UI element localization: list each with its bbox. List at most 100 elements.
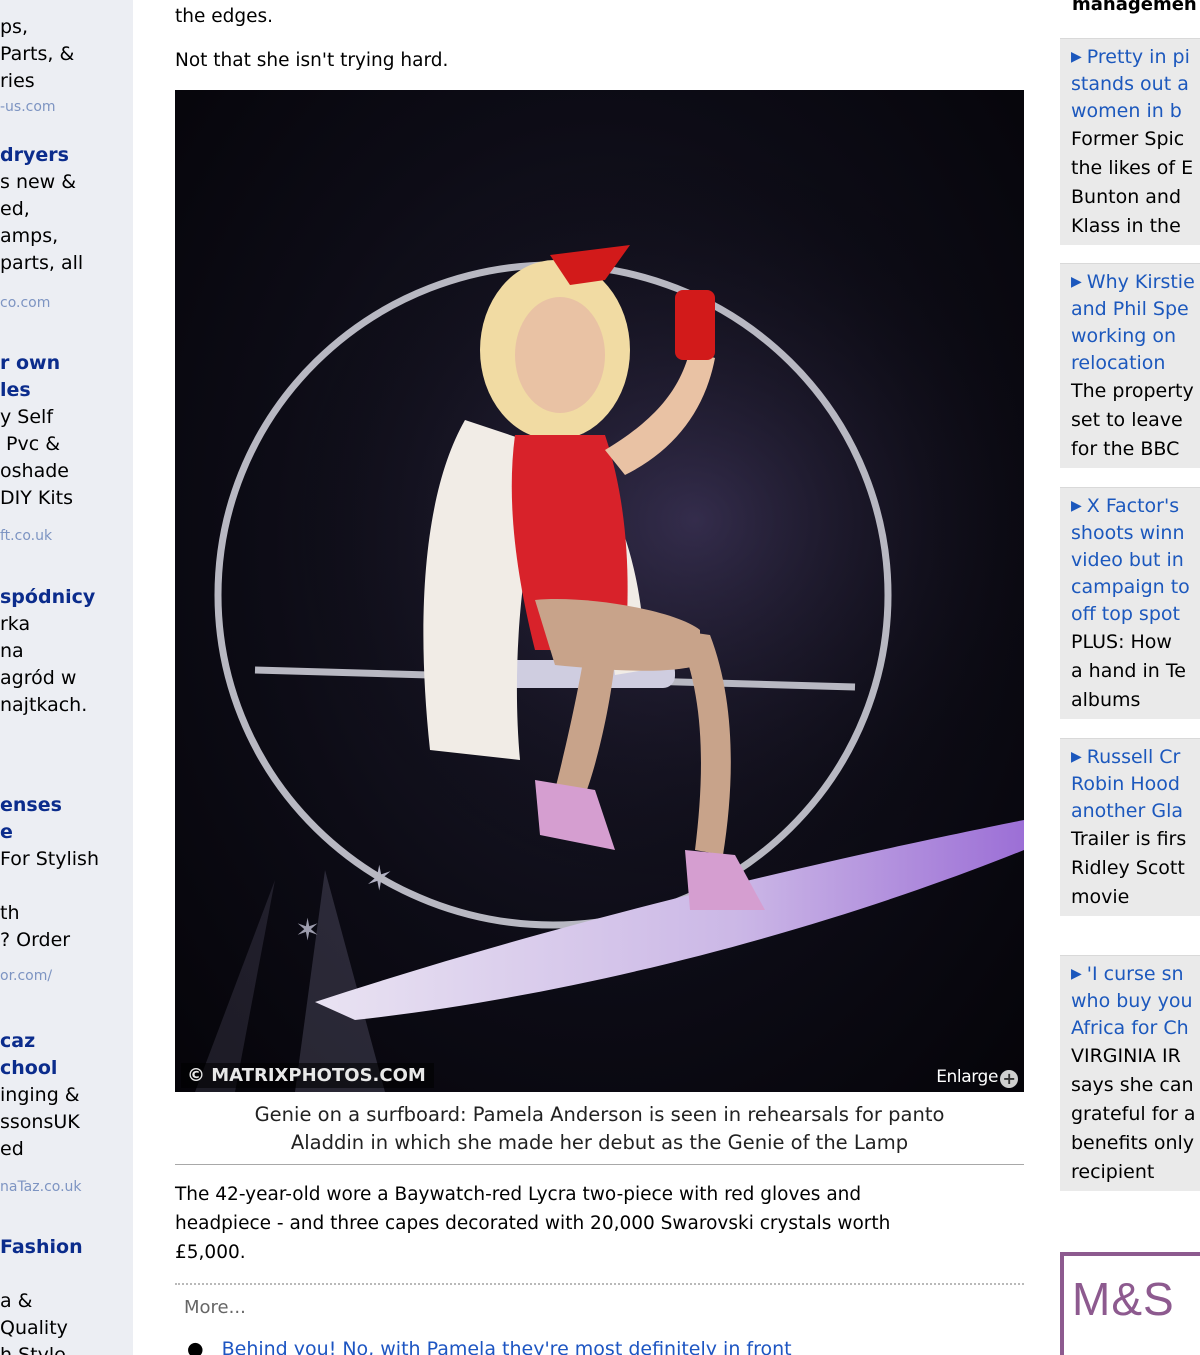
ad-desc-line: inging & (0, 1084, 80, 1106)
story-title-line[interactable]: Africa for Ch (1071, 1015, 1200, 1042)
story-title-line[interactable]: ▶ 'I curse sn (1071, 961, 1200, 988)
ad-block[interactable]: spódnicy rka na agród w najtkach. (0, 584, 133, 719)
story-title-line[interactable]: ▶ Why Kirstie (1071, 269, 1200, 296)
more-label: More... (184, 1297, 246, 1318)
ad-title[interactable]: enses e (0, 792, 133, 846)
story-title-line[interactable]: working on (1071, 323, 1200, 350)
triangle-icon: ▶ (1071, 966, 1082, 982)
story-title-line[interactable]: off top spot (1071, 601, 1200, 628)
story-text-line: Trailer is firs (1071, 828, 1187, 850)
ms-advert[interactable]: M&S (1060, 1252, 1200, 1355)
ad-block[interactable]: Fashion a & Quality h Style (0, 1234, 133, 1355)
ad-desc-line (0, 1261, 133, 1288)
story-title-line[interactable]: women in b (1071, 98, 1200, 125)
ad-url[interactable]: -us.com (0, 97, 133, 117)
story-text-line: for the BBC (1071, 438, 1180, 460)
story-title-line[interactable]: another Gla (1071, 798, 1200, 825)
photo-caption: Genie on a surfboard: Pamela Anderson is… (175, 1101, 1024, 1157)
right-sidebar: managemen ▶ Pretty in pi stands out a wom… (1060, 0, 1200, 1355)
ad-desc-line: s new & (0, 171, 77, 193)
ad-desc-line: oshade (0, 460, 69, 482)
ad-desc-line: DIY Kits (0, 487, 73, 509)
ad-desc-line: ries (0, 70, 35, 92)
more-link-item[interactable]: ● Behind you! No, with Pamela they're mos… (187, 1338, 792, 1355)
story-title-line[interactable]: stands out a (1071, 71, 1200, 98)
ad-desc-line: Pvc & (0, 433, 61, 455)
ad-title[interactable]: caz chool (0, 1028, 133, 1082)
story-text-line: PLUS: How (1071, 631, 1172, 653)
ad-desc-line: For Stylish (0, 848, 99, 870)
article-photo[interactable]: ✶ ✶ © MATRIXPHOTOS.COM Enlarge + (175, 90, 1024, 1092)
ad-block[interactable]: r own les y Self Pvc & oshade DIY Kits f… (0, 350, 133, 546)
story-text-line: says she can (1071, 1074, 1194, 1096)
article-paragraph: Not that she isn't trying hard. (175, 50, 449, 71)
triangle-icon: ▶ (1071, 498, 1082, 514)
story-title-line[interactable]: shoots winn (1071, 520, 1200, 547)
ad-block[interactable]: caz chool inging & ssonsUK ed naTaz.co.u… (0, 1028, 133, 1197)
ad-title[interactable]: Fashion (0, 1234, 133, 1261)
article-paragraph: The 42-year-old wore a Baywatch-red Lycr… (175, 1180, 1025, 1267)
story-text-line: VIRGINIA IR (1071, 1045, 1181, 1067)
ad-title[interactable]: r own les (0, 350, 133, 404)
sidebar-story[interactable]: ▶ 'I curse sn who buy you Africa for Ch V… (1060, 955, 1200, 1191)
story-title-text: Pretty in pi (1086, 46, 1190, 68)
triangle-icon: ▶ (1071, 749, 1082, 765)
paragraph-line: The 42-year-old wore a Baywatch-red Lycr… (175, 1184, 862, 1205)
story-text-line: Former Spic (1071, 128, 1185, 150)
story-text-line: albums (1071, 689, 1141, 711)
enlarge-label: Enlarge (936, 1067, 998, 1087)
triangle-icon: ▶ (1071, 49, 1082, 65)
caption-divider (175, 1164, 1024, 1165)
story-title-line[interactable]: ▶ X Factor's (1071, 493, 1200, 520)
ad-desc-line: najtkach. (0, 694, 88, 716)
article-column: the edges. Not that she isn't trying har… (175, 0, 1025, 1355)
story-title-line[interactable]: who buy you (1071, 988, 1200, 1015)
story-title-line[interactable]: ▶ Pretty in pi (1071, 44, 1200, 71)
ad-title[interactable]: dryers (0, 142, 133, 169)
photo-credit: © MATRIXPHOTOS.COM (181, 1063, 434, 1088)
svg-text:✶: ✶ (295, 913, 320, 948)
story-title-line[interactable]: and Phil Spe (1071, 296, 1200, 323)
ad-url[interactable]: or.com/ (0, 966, 133, 986)
story-title-line[interactable]: relocation (1071, 350, 1200, 377)
ad-desc-line: th (0, 902, 20, 924)
story-title-line[interactable]: Robin Hood (1071, 771, 1200, 798)
sidebar-snippet: managemen (1072, 0, 1197, 15)
ad-desc-line: h Style (0, 1344, 66, 1355)
ad-title[interactable]: spódnicy (0, 584, 133, 611)
ad-desc-line: amps, (0, 225, 59, 247)
ad-desc-line: ps, (0, 16, 28, 38)
sidebar-story[interactable]: ▶ Pretty in pi stands out a women in b Fo… (1060, 38, 1200, 245)
ad-desc-line: ed, (0, 198, 30, 220)
sidebar-story[interactable]: ▶ Russell Cr Robin Hood another Gla Trail… (1060, 738, 1200, 916)
triangle-icon: ▶ (1071, 274, 1082, 290)
story-text-line: grateful for a (1071, 1103, 1196, 1125)
article-paragraph: the edges. (175, 6, 274, 27)
caption-line: Aladdin in which she made her debut as t… (290, 1131, 909, 1154)
sidebar-story[interactable]: ▶ X Factor's shoots winn video but in cam… (1060, 487, 1200, 719)
ad-block[interactable]: dryers s new & ed, amps, parts, all co.c… (0, 142, 133, 313)
ad-url[interactable]: co.com (0, 293, 133, 313)
plus-icon: + (1000, 1070, 1018, 1088)
ad-desc-line: a & (0, 1290, 33, 1312)
enlarge-button[interactable]: Enlarge + (936, 1067, 1018, 1088)
photo-illustration: ✶ ✶ (195, 140, 1024, 1092)
ad-desc-line: Quality (0, 1317, 68, 1339)
story-title-line[interactable]: ▶ Russell Cr (1071, 744, 1200, 771)
story-title-line[interactable]: video but in (1071, 547, 1200, 574)
ad-url[interactable]: naTaz.co.uk (0, 1177, 133, 1197)
more-link[interactable]: Behind you! No, with Pamela they're most… (222, 1338, 792, 1355)
story-text-line: Klass in the (1071, 215, 1181, 237)
story-title-line[interactable]: campaign to (1071, 574, 1200, 601)
ad-url[interactable]: ft.co.uk (0, 526, 133, 546)
ad-desc-line: ed (0, 1138, 24, 1160)
story-text-line: benefits only (1071, 1132, 1195, 1154)
ad-block[interactable]: enses e For Stylish th ? Order or.com/ (0, 792, 133, 986)
ad-desc-line: ? Order (0, 929, 71, 951)
ad-block[interactable]: ps, Parts, & ries -us.com (0, 14, 133, 117)
sidebar-story[interactable]: ▶ Why Kirstie and Phil Spe working on rel… (1060, 263, 1200, 468)
story-text-line: The property (1071, 380, 1194, 402)
story-text-line: recipient (1071, 1161, 1155, 1183)
story-title-text: 'I curse sn (1086, 963, 1184, 985)
ad-desc-line: Parts, & (0, 43, 75, 65)
